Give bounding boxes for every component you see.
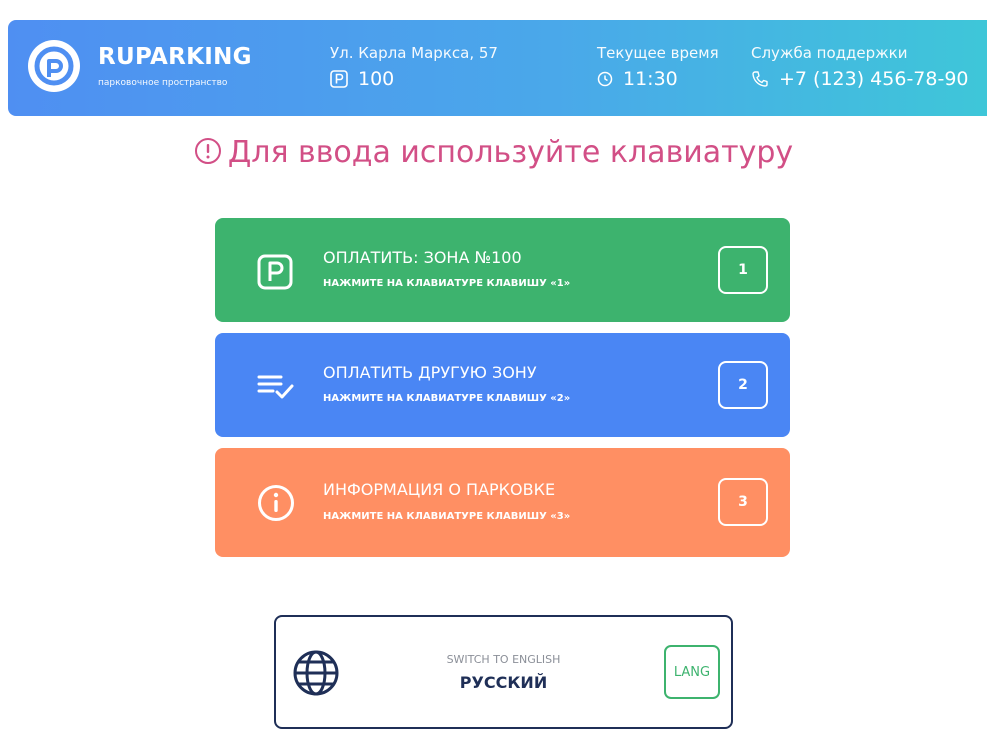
ruparking-logo xyxy=(28,40,80,92)
time-value: 11:30 xyxy=(597,68,678,90)
phone-icon xyxy=(751,70,769,88)
support-phone-number: +7 (123) 456-78-90 xyxy=(779,68,969,90)
lang-key-badge: LANG xyxy=(664,645,720,699)
support-label: Служба поддержки xyxy=(751,44,908,62)
option-hint: НАЖМИТЕ НА КЛАВИАТУРЕ КЛАВИШУ «1» xyxy=(323,278,571,289)
keyboard-notice: Для ввода используйте клавиатуру xyxy=(0,135,987,173)
alert-circle-icon xyxy=(194,137,222,173)
option-title: ОПЛАТИТЬ ДРУГУЮ ЗОНУ xyxy=(323,363,537,382)
brand-name: RUPARKING xyxy=(98,44,252,70)
clock-icon xyxy=(597,71,613,87)
option-title: ИНФОРМАЦИЯ О ПАРКОВКЕ xyxy=(323,480,556,499)
zone-number: 100 xyxy=(358,68,395,90)
option-hint: НАЖМИТЕ НА КЛАВИАТУРЕ КЛАВИШУ «3» xyxy=(323,511,571,522)
logo-p-icon xyxy=(34,46,74,86)
list-check-icon xyxy=(257,369,295,405)
current-language: РУССКИЙ xyxy=(459,673,548,692)
time-label: Текущее время xyxy=(597,44,719,62)
address-label: Ул. Карла Маркса, 57 xyxy=(330,44,498,62)
language-switch-button[interactable]: SWITCH TO ENGLISH РУССКИЙ LANG xyxy=(274,615,733,729)
option-hint: НАЖМИТЕ НА КЛАВИАТУРЕ КЛАВИШУ «2» xyxy=(323,393,571,404)
key-1-badge: 1 xyxy=(718,246,768,294)
key-3-badge: 3 xyxy=(718,478,768,526)
support-phone[interactable]: +7 (123) 456-78-90 xyxy=(751,68,969,90)
parking-icon xyxy=(330,70,348,88)
parking-icon xyxy=(257,254,293,294)
zone-value: 100 xyxy=(330,68,394,90)
info-icon xyxy=(257,484,295,526)
header-bar: RUPARKING парковочное пространство Ул. К… xyxy=(8,20,987,116)
pay-other-zone-button[interactable]: ОПЛАТИТЬ ДРУГУЮ ЗОНУ НАЖМИТЕ НА КЛАВИАТУ… xyxy=(215,333,790,437)
key-2-badge: 2 xyxy=(718,361,768,409)
pay-zone-100-button[interactable]: ОПЛАТИТЬ: ЗОНА №100 НАЖМИТЕ НА КЛАВИАТУР… xyxy=(215,218,790,322)
parking-info-button[interactable]: ИНФОРМАЦИЯ О ПАРКОВКЕ НАЖМИТЕ НА КЛАВИАТ… xyxy=(215,448,790,557)
brand-subtitle: парковочное пространство xyxy=(98,78,228,88)
current-time: 11:30 xyxy=(623,68,678,90)
notice-text: Для ввода используйте клавиатуру xyxy=(227,135,794,170)
option-title: ОПЛАТИТЬ: ЗОНА №100 xyxy=(323,248,522,267)
switch-language-label: SWITCH TO ENGLISH xyxy=(446,653,561,666)
